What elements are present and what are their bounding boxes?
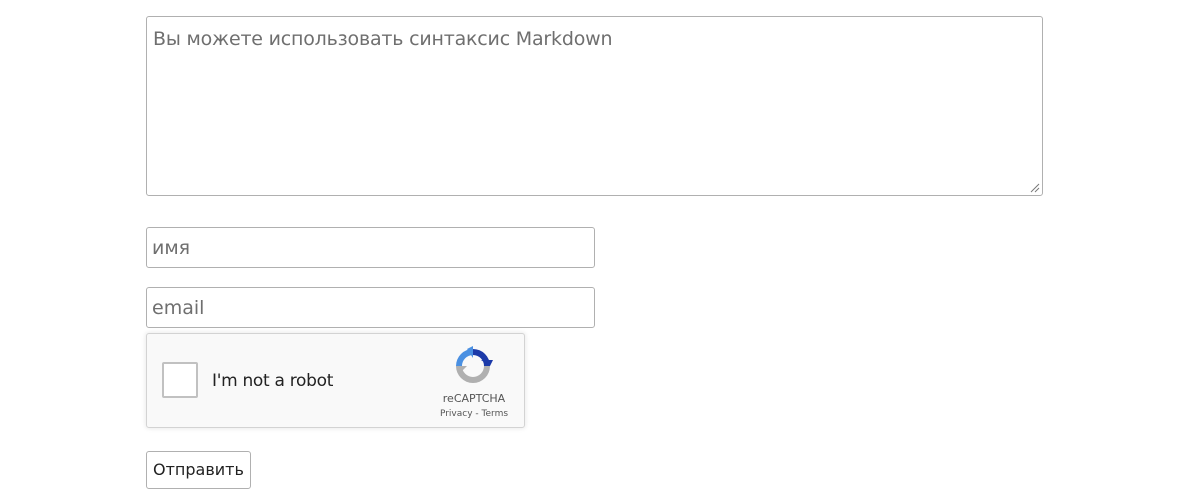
comment-textarea[interactable]: Вы можете использовать синтаксис Markdow… [146,16,1043,196]
resize-grip-icon[interactable] [1030,183,1040,193]
recaptcha-label: I'm not a robot [212,371,334,391]
submit-button[interactable]: Отправить [146,451,251,489]
terms-link[interactable]: Terms [482,409,509,419]
email-placeholder: email [152,297,205,319]
comment-form: Вы можете использовать синтаксис Markdow… [0,0,1180,497]
comment-placeholder: Вы можете использовать синтаксис Markdow… [153,28,613,50]
recaptcha-brand: reCAPTCHA [442,392,506,405]
privacy-link[interactable]: Privacy [440,409,473,419]
email-input[interactable]: email [146,287,595,328]
recaptcha-widget: I'm not a robot reCAPTCHA Privacy - Term… [146,333,525,428]
name-input[interactable]: имя [146,227,595,268]
recaptcha-checkbox[interactable] [162,362,198,398]
recaptcha-logo-icon [456,346,493,383]
links-separator: - [472,409,482,419]
recaptcha-links: Privacy - Terms [427,409,521,419]
name-placeholder: имя [152,237,191,259]
